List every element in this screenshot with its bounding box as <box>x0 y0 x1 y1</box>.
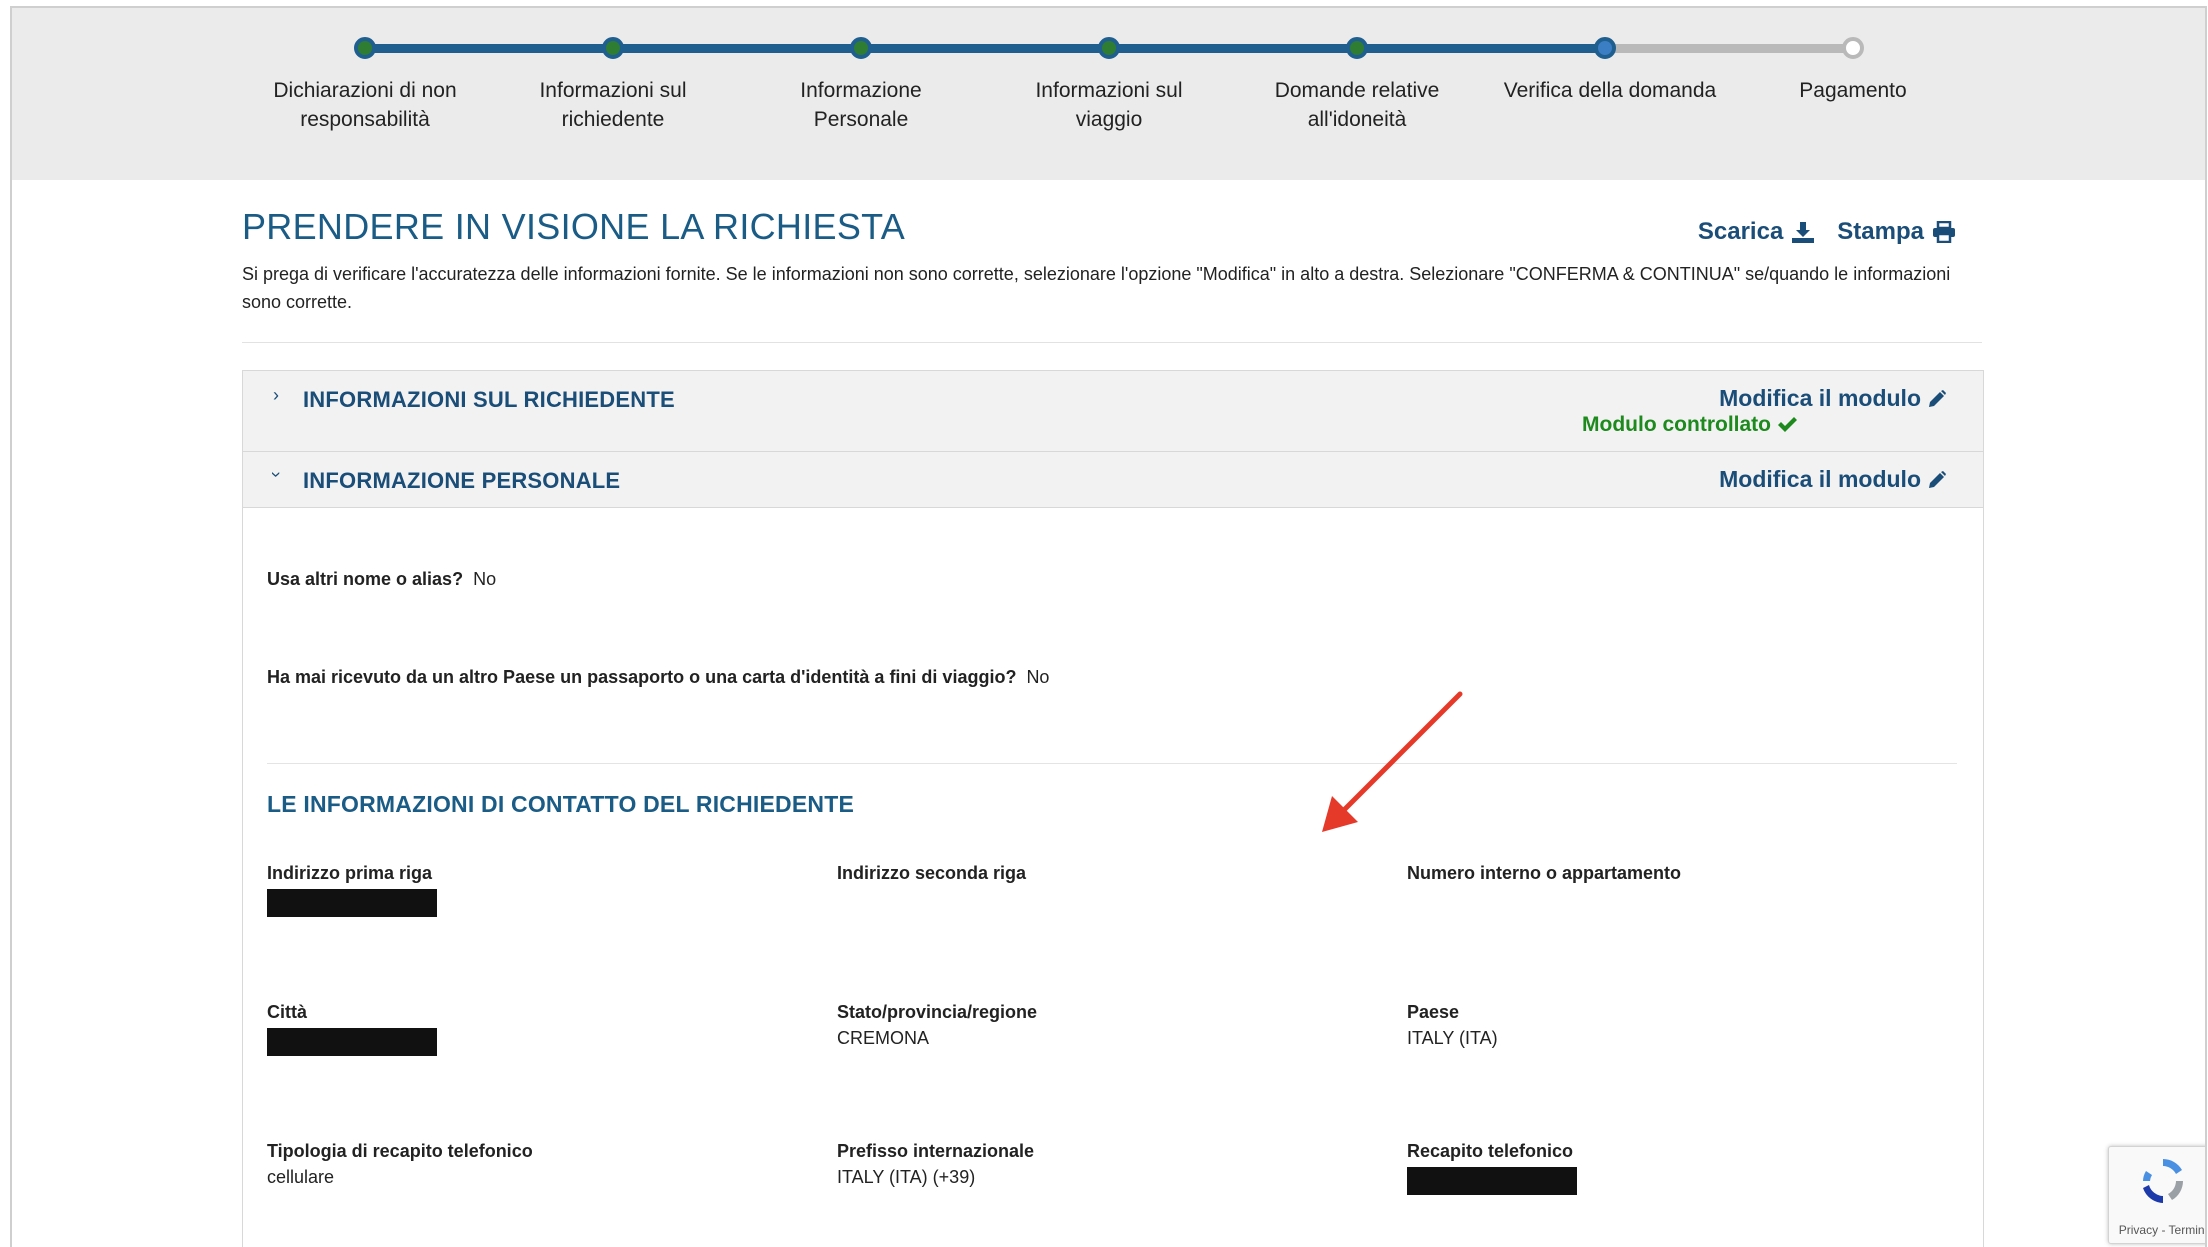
field-label: Città <box>267 1002 307 1022</box>
field-address-line2: Indirizzo seconda riga <box>837 861 1377 885</box>
step-label-eligibility: Domande relative all'idoneità <box>1274 79 1440 131</box>
field-country: Paese ITALY (ITA) <box>1407 1000 1947 1052</box>
field-city: Città <box>267 1000 807 1056</box>
review-accordion: › INFORMAZIONI SUL RICHIEDENTE Modifica … <box>242 370 1984 1247</box>
chevron-down-icon: › <box>266 471 287 478</box>
field-state: Stato/provincia/regione CREMONA <box>837 1000 1377 1052</box>
step-label-applicant-info: Informazioni sul richiedente <box>539 79 687 131</box>
alias-question-row: Usa altri nome o alias? No <box>267 569 496 590</box>
field-label: Stato/provincia/regione <box>837 1002 1038 1022</box>
edit-personal-label: Modifica il modulo <box>1719 466 1921 492</box>
step-dot-1 <box>354 37 376 59</box>
step-dot-2 <box>602 37 624 59</box>
field-address-line1: Indirizzo prima riga <box>267 861 807 917</box>
status-badge: Modulo controllato <box>1582 413 1797 437</box>
alias-answer: No <box>473 569 497 589</box>
edit-applicant-button[interactable]: Modifica il modulo <box>1719 385 1947 412</box>
step-dot-5 <box>1346 37 1368 59</box>
field-label: Indirizzo prima riga <box>267 863 433 883</box>
step-dot-7 <box>1842 37 1864 59</box>
annotation-arrow-icon <box>1322 691 1463 832</box>
step-label-personal-info: Informazione Personale <box>800 79 922 131</box>
download-label: Scarica <box>1697 218 1784 245</box>
pencil-icon <box>1929 470 1946 488</box>
step-dot-4 <box>1098 37 1120 59</box>
redacted-value <box>267 1028 437 1056</box>
step-dot-6 <box>1594 37 1616 59</box>
progress-track-completed <box>365 44 1607 53</box>
redacted-value <box>267 889 437 917</box>
chevron-right-icon: › <box>273 385 279 405</box>
step-label-travel-info: Informazioni sul viaggio <box>1035 79 1183 131</box>
field-label: Numero interno o appartamento <box>1407 863 1682 883</box>
recaptcha-badge[interactable]: Privacy - Termini <box>2108 1146 2205 1244</box>
step-dot-3 <box>850 37 872 59</box>
download-button[interactable]: Scarica <box>1698 218 1815 246</box>
field-value: ITALY (ITA) <box>1407 1028 1498 1048</box>
accordion-header-applicant[interactable]: › INFORMAZIONI SUL RICHIEDENTE Modifica … <box>243 371 1983 452</box>
edit-personal-button[interactable]: Modifica il modulo <box>1719 466 1947 493</box>
progress-track-remaining <box>1607 44 1862 53</box>
contact-section-title: LE INFORMAZIONI DI CONTATTO DEL RICHIEDE… <box>267 791 855 817</box>
intro-text: Si prega di verificare l'accuratezza del… <box>242 264 1951 312</box>
divider <box>242 342 1982 343</box>
field-value: CREMONA <box>837 1028 930 1048</box>
step-label-disclaimers: Dichiarazioni di non responsabilità <box>273 79 457 131</box>
passport-answer: No <box>1026 667 1050 687</box>
field-label: Recapito telefonico <box>1407 1141 1574 1161</box>
alias-question: Usa altri nome o alias? <box>267 569 464 589</box>
pencil-icon <box>1929 389 1946 407</box>
recaptcha-footer[interactable]: Privacy - Termini <box>2109 1223 2205 1237</box>
field-label: Tipologia di recapito telefonico <box>267 1141 533 1161</box>
divider <box>267 763 1957 764</box>
print-label: Stampa <box>1837 218 1924 245</box>
checkmark-icon <box>1778 417 1797 432</box>
field-label: Prefisso internazionale <box>837 1141 1035 1161</box>
page-title: PRENDERE IN VISIONE LA RICHIESTA <box>242 206 906 247</box>
accordion-title-personal: INFORMAZIONE PERSONALE <box>303 468 621 493</box>
accordion-title-applicant: INFORMAZIONI SUL RICHIEDENTE <box>303 387 675 412</box>
step-label-payment: Pagamento <box>1799 79 1907 102</box>
field-phone-type: Tipologia di recapito telefonico cellula… <box>267 1139 807 1191</box>
field-phone: Recapito telefonico <box>1407 1139 1947 1195</box>
accordion-header-personal[interactable]: › INFORMAZIONE PERSONALE Modifica il mod… <box>243 452 1983 508</box>
field-value: ITALY (ITA) (+39) <box>837 1167 976 1187</box>
browser-viewport: Dichiarazioni di non responsabilità Info… <box>10 6 2207 1247</box>
field-intl-prefix: Prefisso internazionale ITALY (ITA) (+39… <box>837 1139 1377 1191</box>
passport-question-row: Ha mai ricevuto da un altro Paese un pas… <box>267 667 1049 688</box>
recaptcha-icon <box>2143 1159 2183 1203</box>
status-label: Modulo controllato <box>1582 413 1771 436</box>
progress-stepper: Dichiarazioni di non responsabilità Info… <box>12 8 2205 180</box>
step-label-review: Verifica della domanda <box>1503 79 1717 102</box>
print-button[interactable]: Stampa <box>1837 218 1956 246</box>
print-icon <box>1933 221 1955 243</box>
edit-applicant-label: Modifica il modulo <box>1719 385 1921 411</box>
passport-question: Ha mai ricevuto da un altro Paese un pas… <box>267 667 1017 687</box>
field-value: cellulare <box>267 1167 335 1187</box>
top-actions: Scarica Stampa <box>1698 218 1956 246</box>
field-apartment: Numero interno o appartamento <box>1407 861 1947 885</box>
field-label: Paese <box>1407 1002 1460 1022</box>
download-icon <box>1792 222 1815 243</box>
field-label: Indirizzo seconda riga <box>837 863 1027 883</box>
redacted-value <box>1407 1167 1577 1195</box>
